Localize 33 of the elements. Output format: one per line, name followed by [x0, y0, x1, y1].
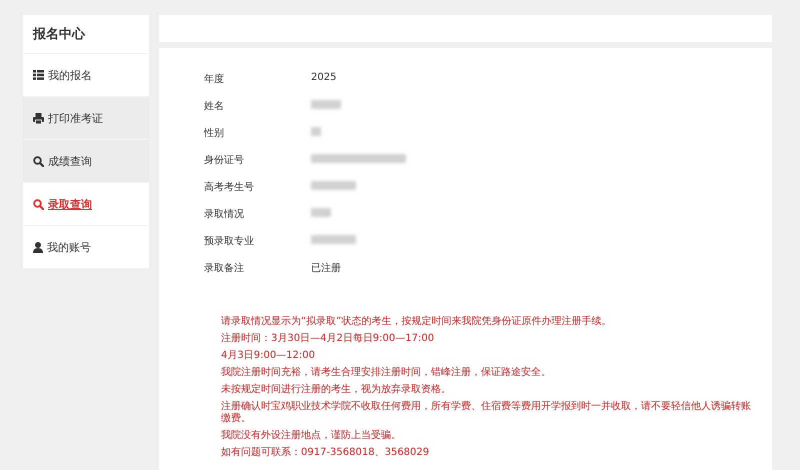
notice-text: 请录取情况显示为“拟录取”状态的考生，按规定时间来我院凭身份证原件办理注册手续。: [221, 316, 612, 328]
printer-icon: [33, 112, 44, 124]
field-label: 预录取专业: [204, 234, 255, 248]
field-value: 2025: [311, 72, 336, 83]
sidebar-item[interactable]: 成绩查询: [23, 140, 149, 183]
field-label: 性别: [204, 126, 225, 140]
sidebar-item[interactable]: 打印准考证: [23, 97, 149, 140]
sidebar-item[interactable]: 录取查询: [23, 183, 149, 226]
notice-text: 如有问题可联系：0917-3568018、3568029: [221, 447, 430, 459]
search-icon: [33, 156, 44, 166]
user-icon: [33, 242, 43, 252]
blurred-value: [311, 127, 321, 136]
notice-text: 注册时间：3月30日—4月2日每日9:00—17:00: [221, 333, 436, 345]
field-value: 已注册: [311, 262, 341, 275]
notice-text: 注册确认时宝鸡职业技术学院不收取任何费用，所有学费、住宿费等费用开学报到时一并收取，请不要轻信他人诱骗转账缴费。: [221, 401, 752, 425]
blurred-value: [311, 235, 356, 244]
notice-text: 我院注册时间充裕，请考生合理安排注册时间，错峰注册，保证路途安全。: [221, 367, 552, 379]
field-label: 高考考生号: [204, 180, 255, 194]
field-label: 录取情况: [204, 208, 245, 221]
notice-text: 我院没有外设注册地点，谨防上当受骗。: [221, 430, 402, 442]
blurred-value: [311, 208, 331, 217]
notice-text: 4月3日9:00—12:00: [221, 350, 316, 362]
blurred-value: [311, 100, 341, 109]
blurred-value: [311, 181, 356, 190]
field-label: 姓名: [204, 100, 225, 113]
field-label: 身份证号: [204, 154, 245, 167]
sidebar-title: 报名中心: [23, 15, 149, 54]
search-icon: [33, 198, 44, 210]
sidebar-item[interactable]: 我的账号: [23, 226, 149, 269]
list-icon: [33, 70, 44, 80]
notice-text: 未按规定时间进行注册的考生，视为放弃录取资格。: [221, 384, 452, 396]
field-label: 录取备注: [204, 262, 245, 275]
field-label: 年度: [204, 72, 225, 86]
